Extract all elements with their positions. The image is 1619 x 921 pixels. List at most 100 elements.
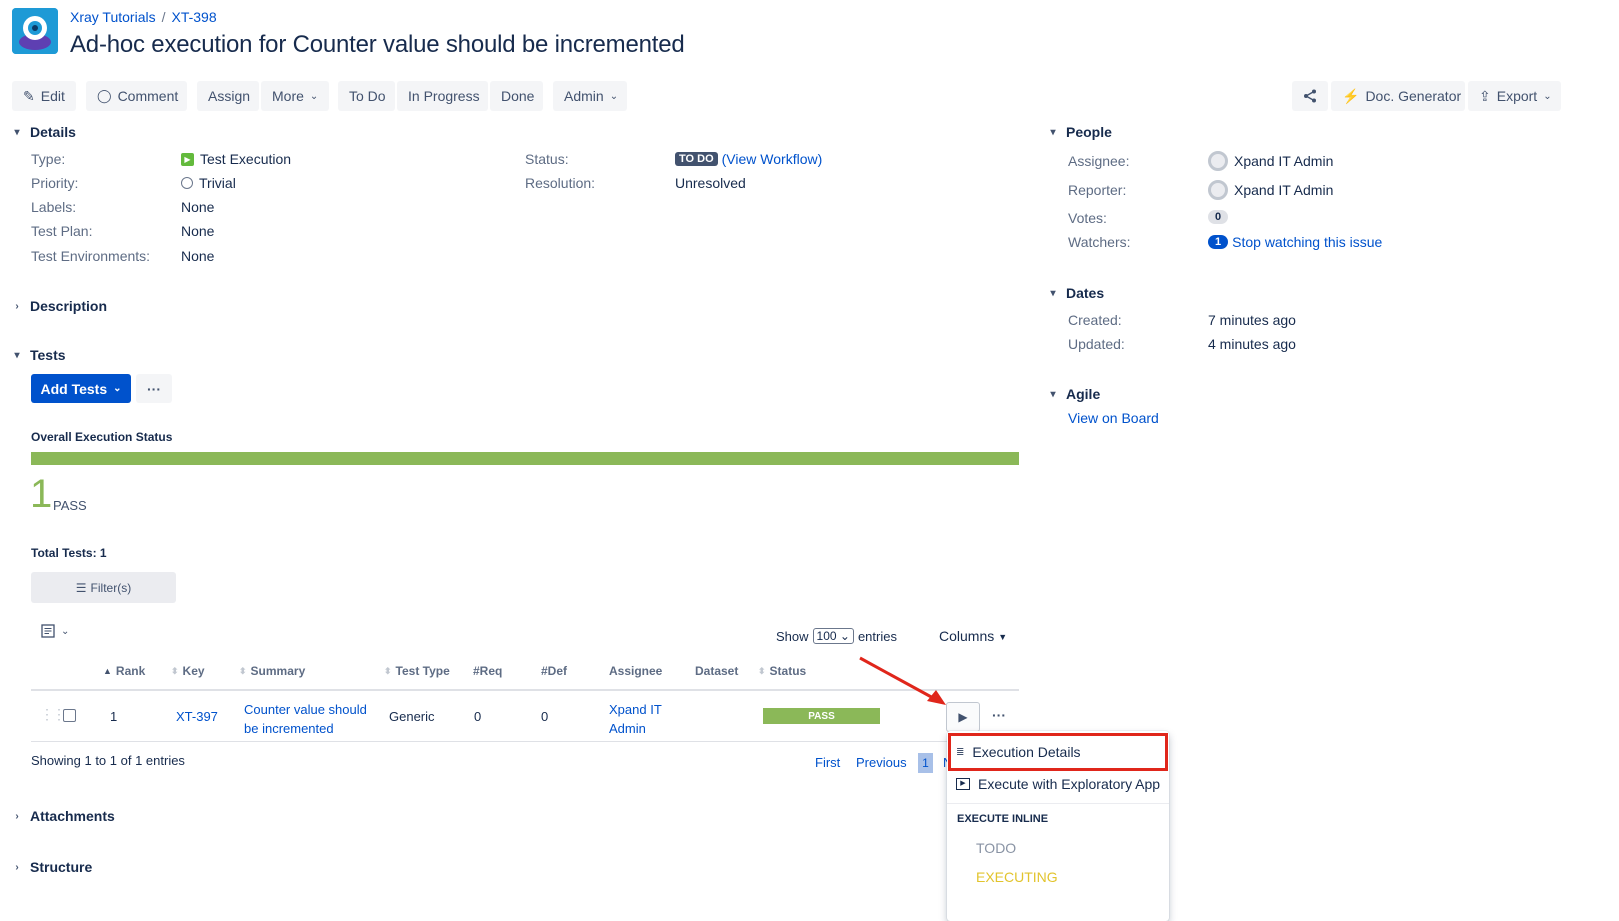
to-do-button[interactable]: To Do (338, 81, 395, 111)
col-summary[interactable]: ⬍ Summary (239, 664, 305, 678)
page-title: Ad-hoc execution for Counter value shoul… (70, 31, 685, 58)
col-key[interactable]: ⬍ Key (171, 664, 205, 678)
chevron-down-icon: ▾ (1050, 126, 1056, 138)
entries-select[interactable]: 100 ⌄ (812, 628, 854, 644)
col-dataset[interactable]: Dataset (695, 664, 738, 678)
execute-play-button[interactable]: ▶ (946, 702, 980, 732)
video-play-icon: ▶ (956, 778, 970, 790)
tests-section-toggle[interactable]: ▾ Tests (12, 347, 65, 363)
admin-button[interactable]: Admin ⌄ (553, 81, 627, 111)
chevron-down-icon: ▾ (14, 349, 20, 361)
status-value: TO DO (View Workflow) (675, 151, 822, 167)
pager-first[interactable]: First (815, 755, 840, 770)
breadcrumb-issue-link[interactable]: XT-398 (171, 9, 216, 25)
row-checkbox[interactable] (63, 709, 76, 722)
stop-watching-link[interactable]: Stop watching this issue (1232, 234, 1382, 250)
export-icon: ⇪ (1479, 87, 1491, 104)
col-test-type[interactable]: ⬍ Test Type (384, 664, 450, 678)
test-plan-label: Test Plan: (31, 223, 93, 239)
test-execution-icon: ▶ (181, 152, 194, 166)
watchers-label: Watchers: (1068, 234, 1131, 250)
labels-value: None (181, 199, 215, 215)
type-value: ▶ Test Execution (181, 151, 291, 167)
row-rank: 1 (110, 709, 118, 724)
description-section-toggle[interactable]: › Description (12, 298, 107, 314)
assignee-label: Assignee: (1068, 153, 1130, 169)
chevron-down-icon: ▾ (1050, 287, 1056, 299)
col-req[interactable]: #Req (473, 664, 502, 678)
row-key-link[interactable]: XT-397 (176, 709, 218, 724)
breadcrumb-project-link[interactable]: Xray Tutorials (70, 9, 156, 25)
menu-execute-exploratory[interactable]: ▶ Execute with Exploratory App (947, 768, 1169, 800)
sort-icon: ⬍ (171, 665, 179, 676)
assignee-value[interactable]: Xpand IT Admin (1208, 151, 1333, 171)
row-req: 0 (474, 709, 482, 724)
test-environments-value: None (181, 248, 215, 264)
chevron-down-icon: ⌄ (1543, 90, 1552, 102)
menu-execute-inline-heading: EXECUTE INLINE (957, 813, 1049, 825)
col-def[interactable]: #Def (541, 664, 567, 678)
filters-button[interactable]: ☰ Filter(s) (31, 572, 176, 603)
updated-value: 4 minutes ago (1208, 336, 1296, 352)
col-status[interactable]: ⬍ Status (758, 664, 806, 678)
col-assignee[interactable]: Assignee (609, 664, 662, 678)
project-avatar[interactable] (12, 8, 58, 54)
filter-icon: ☰ (75, 580, 87, 595)
comment-button[interactable]: ◯ Comment (86, 81, 187, 111)
sort-icon: ⬍ (758, 665, 766, 676)
watchers-value: 1 Stop watching this issue (1208, 234, 1382, 250)
priority-value: Trivial (181, 175, 236, 191)
comment-icon: ◯ (97, 88, 112, 103)
share-button[interactable] (1292, 81, 1328, 111)
view-on-board-link[interactable]: View on Board (1068, 410, 1159, 426)
more-button[interactable]: More ⌄ (261, 81, 329, 111)
status-label: Status: (525, 151, 569, 167)
overall-execution-status-label: Overall Execution Status (31, 430, 173, 444)
pencil-icon: ✎ (23, 87, 35, 104)
menu-divider (947, 803, 1169, 804)
drag-handle-icon[interactable]: ⋮⋮ (40, 706, 66, 723)
done-button[interactable]: Done (490, 81, 543, 111)
add-tests-button[interactable]: Add Tests ⌄ (31, 374, 131, 403)
annotation-arrow-icon (859, 656, 946, 705)
votes-value[interactable]: 0 (1208, 210, 1229, 224)
list-options-button[interactable]: ⌄ (41, 624, 69, 639)
chevron-down-icon: ⌄ (113, 383, 122, 394)
pager-previous[interactable]: Previous (856, 755, 907, 770)
priority-label: Priority: (31, 175, 79, 191)
row-test-type: Generic (389, 709, 435, 724)
assign-button[interactable]: Assign (197, 81, 259, 111)
row-assignee-link[interactable]: Xpand IT Admin (609, 700, 662, 738)
caret-down-icon: ▼ (998, 632, 1008, 642)
export-button[interactable]: ⇪ Export ⌄ (1468, 81, 1561, 111)
play-icon: ▶ (958, 710, 968, 724)
doc-generator-button[interactable]: ⚡ Doc. Generator (1331, 81, 1465, 111)
entries-control: Show 100 ⌄ entries (776, 628, 897, 644)
agile-section-toggle[interactable]: ▾ Agile (1048, 386, 1100, 402)
structure-section-toggle[interactable]: › Structure (12, 859, 92, 875)
attachments-section-toggle[interactable]: › Attachments (12, 808, 114, 824)
view-workflow-link[interactable]: (View Workflow) (722, 151, 823, 167)
edit-button[interactable]: ✎ Edit (12, 81, 76, 111)
tests-more-button[interactable]: ··· (136, 374, 172, 403)
chevron-down-icon: ⌄ (309, 90, 319, 102)
row-more-actions-icon[interactable]: ··· (992, 707, 1006, 723)
status-lozenge: TO DO (675, 152, 718, 166)
menu-status-todo[interactable]: TODO (976, 840, 1016, 856)
col-rank[interactable]: ▲ Rank (103, 664, 145, 678)
details-section-toggle[interactable]: ▾ Details (12, 124, 75, 140)
dates-section-toggle[interactable]: ▾ Dates (1048, 285, 1104, 301)
showing-entries: Showing 1 to 1 of 1 entries (31, 753, 185, 768)
progress-fill-pass (31, 452, 1019, 465)
watchers-count[interactable]: 1 (1208, 235, 1229, 249)
menu-status-executing[interactable]: EXECUTING (976, 869, 1058, 885)
in-progress-button[interactable]: In Progress (397, 81, 488, 111)
reporter-value[interactable]: Xpand IT Admin (1208, 180, 1333, 200)
row-summary-link[interactable]: Counter value should be incremented (244, 700, 367, 738)
chevron-down-icon: ▾ (14, 126, 20, 138)
avatar (1208, 151, 1228, 171)
people-section-toggle[interactable]: ▾ People (1048, 124, 1111, 140)
columns-button[interactable]: Columns ▼ (939, 628, 1007, 644)
overall-execution-progress (31, 452, 1019, 465)
pager-page-1[interactable]: 1 (918, 753, 933, 773)
